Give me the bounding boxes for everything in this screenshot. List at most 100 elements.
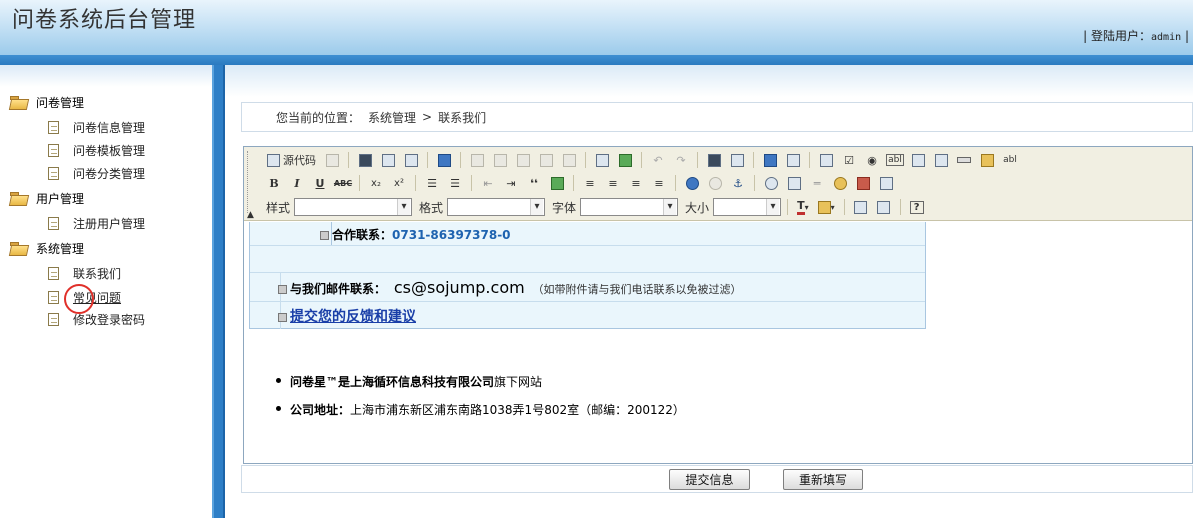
align-center-button[interactable]: ≡ — [603, 174, 623, 192]
source-code-button[interactable]: 源代码 — [264, 151, 319, 169]
preview-button[interactable] — [322, 151, 342, 169]
sidebar-group-label: 系统管理 — [36, 241, 85, 256]
sidebar-item-change-password[interactable]: 修改登录密码 — [48, 310, 145, 328]
select-all-button[interactable] — [760, 151, 780, 169]
paste-word-button[interactable] — [559, 151, 579, 169]
format-select[interactable] — [447, 198, 546, 216]
font-select[interactable] — [580, 198, 679, 216]
breadcrumb: 您当前的位置： 系统管理 > 联系我们 — [241, 102, 1193, 132]
radio-button[interactable]: ◉ — [862, 151, 882, 169]
outdent-icon: ⇤ — [483, 176, 493, 190]
sidebar-item-survey-category[interactable]: 问卷分类管理 — [48, 164, 145, 182]
horizontal-rule-button[interactable]: ═ — [807, 174, 827, 192]
table-button[interactable] — [784, 174, 804, 192]
form-button-bar: 提交信息 重新填写 — [241, 465, 1193, 493]
remove-format-button[interactable] — [783, 151, 803, 169]
eraser-icon — [786, 153, 800, 167]
submit-button[interactable]: 提交信息 — [669, 469, 750, 490]
sidebar-item-registered-users[interactable]: 注册用户管理 — [48, 214, 145, 232]
unlink-button[interactable] — [705, 174, 725, 192]
numbered-list-button[interactable]: ☰ — [422, 174, 442, 192]
show-blocks-button[interactable] — [874, 198, 894, 216]
textfield-button[interactable]: abl — [885, 151, 905, 169]
sidebar-item-contact-us[interactable]: 联系我们 — [48, 264, 121, 282]
flash-button[interactable] — [761, 174, 781, 192]
maximize-icon — [854, 200, 868, 214]
save-button[interactable] — [355, 151, 375, 169]
coop-label: 合作联系： — [332, 228, 393, 242]
style-select[interactable] — [294, 198, 413, 216]
feedback-link[interactable]: 提交您的反馈和建议 — [290, 309, 416, 325]
background-color-button[interactable]: ▾ — [815, 198, 838, 216]
checkbox-button[interactable]: ☑ — [839, 151, 859, 169]
justify-icon: ≡ — [654, 176, 664, 190]
user-prefix: | 登陆用户： — [1083, 29, 1152, 43]
indent-button[interactable]: ⇥ — [501, 174, 521, 192]
paste-button[interactable] — [513, 151, 533, 169]
textarea-button[interactable] — [908, 151, 928, 169]
sidebar-item-survey-info[interactable]: 问卷信息管理 — [48, 118, 145, 136]
toolbar-row-3: 样式 格式 字体 大小 T▾ ▾ ? — [266, 196, 927, 218]
create-div-button[interactable] — [547, 174, 567, 192]
size-label: 大小 — [685, 200, 710, 215]
redo-button[interactable]: ↷ — [671, 151, 691, 169]
toolbar-grip[interactable] — [247, 151, 250, 213]
find-button[interactable] — [704, 151, 724, 169]
outdent-button[interactable]: ⇤ — [478, 174, 498, 192]
hidden-field-button[interactable]: abl — [1000, 151, 1020, 169]
sidebar-group-user[interactable]: 用户管理 — [10, 189, 84, 207]
italic-button[interactable]: I — [287, 174, 307, 192]
copy-button[interactable] — [490, 151, 510, 169]
spellcheck-button[interactable] — [615, 151, 635, 169]
templates-button[interactable] — [434, 151, 454, 169]
toolbar-separator — [697, 152, 698, 168]
maximize-button[interactable] — [851, 198, 871, 216]
special-char-button[interactable] — [853, 174, 873, 192]
image-button-button[interactable] — [977, 151, 997, 169]
find-binoculars-icon — [707, 153, 721, 167]
sidebar-group-system[interactable]: 系统管理 — [10, 239, 84, 257]
subscript-button[interactable]: x₂ — [366, 174, 386, 192]
select-all-icon — [763, 153, 777, 167]
sidebar-item-survey-template[interactable]: 问卷模板管理 — [48, 141, 145, 159]
save-icon — [358, 153, 372, 167]
text-color-button[interactable]: T ▾ — [794, 198, 812, 216]
bold-button[interactable]: B — [264, 174, 284, 192]
toolbar-separator — [460, 152, 461, 168]
replace-button[interactable] — [727, 151, 747, 169]
sidebar-splitter[interactable] — [212, 65, 225, 518]
link-button[interactable] — [682, 174, 702, 192]
paste-text-button[interactable] — [536, 151, 556, 169]
select-field-button[interactable] — [931, 151, 951, 169]
anchor-button[interactable]: ⚓ — [728, 174, 748, 192]
horizontal-rule-icon: ═ — [813, 176, 821, 190]
form-button[interactable] — [816, 151, 836, 169]
align-left-button[interactable]: ≡ — [580, 174, 600, 192]
align-right-button[interactable]: ≡ — [626, 174, 646, 192]
email-row: 与我们邮件联系： cs@sojump.com （如带附件请与我们电话联系以免被过… — [250, 272, 925, 302]
editor-content[interactable]: 合作联系：0731-86397378-0 与我们邮件联系： cs@sojump.… — [244, 222, 1192, 463]
blockquote-button[interactable]: ❛❛ — [524, 174, 544, 192]
print-preview-button[interactable] — [401, 151, 421, 169]
strikethrough-button[interactable]: ABC — [333, 174, 353, 192]
underline-button[interactable]: U — [310, 174, 330, 192]
page-break-button[interactable] — [876, 174, 896, 192]
rich-text-editor[interactable]: ▲ 源代码 ↶ ↷ ☑ ◉ abl abl B I U ABC x₂ x² ☰ … — [243, 146, 1193, 464]
undo-button[interactable]: ↶ — [648, 151, 668, 169]
reset-button[interactable]: 重新填写 — [783, 469, 863, 490]
new-page-button[interactable] — [378, 151, 398, 169]
button-field-button[interactable] — [954, 151, 974, 169]
print-button[interactable] — [592, 151, 612, 169]
document-icon — [48, 290, 59, 304]
justify-button[interactable]: ≡ — [649, 174, 669, 192]
about-button[interactable]: ? — [907, 198, 927, 216]
collapse-toolbar-icon[interactable]: ▲ — [247, 210, 254, 220]
superscript-button[interactable]: x² — [389, 174, 409, 192]
smiley-button[interactable] — [830, 174, 850, 192]
size-select[interactable] — [713, 198, 782, 216]
bulleted-list-button[interactable]: ☰ — [445, 174, 465, 192]
cut-button[interactable] — [467, 151, 487, 169]
sidebar-group-survey[interactable]: 问卷管理 — [10, 93, 84, 111]
toolbar-separator — [754, 175, 755, 191]
align-left-icon: ≡ — [585, 176, 595, 190]
